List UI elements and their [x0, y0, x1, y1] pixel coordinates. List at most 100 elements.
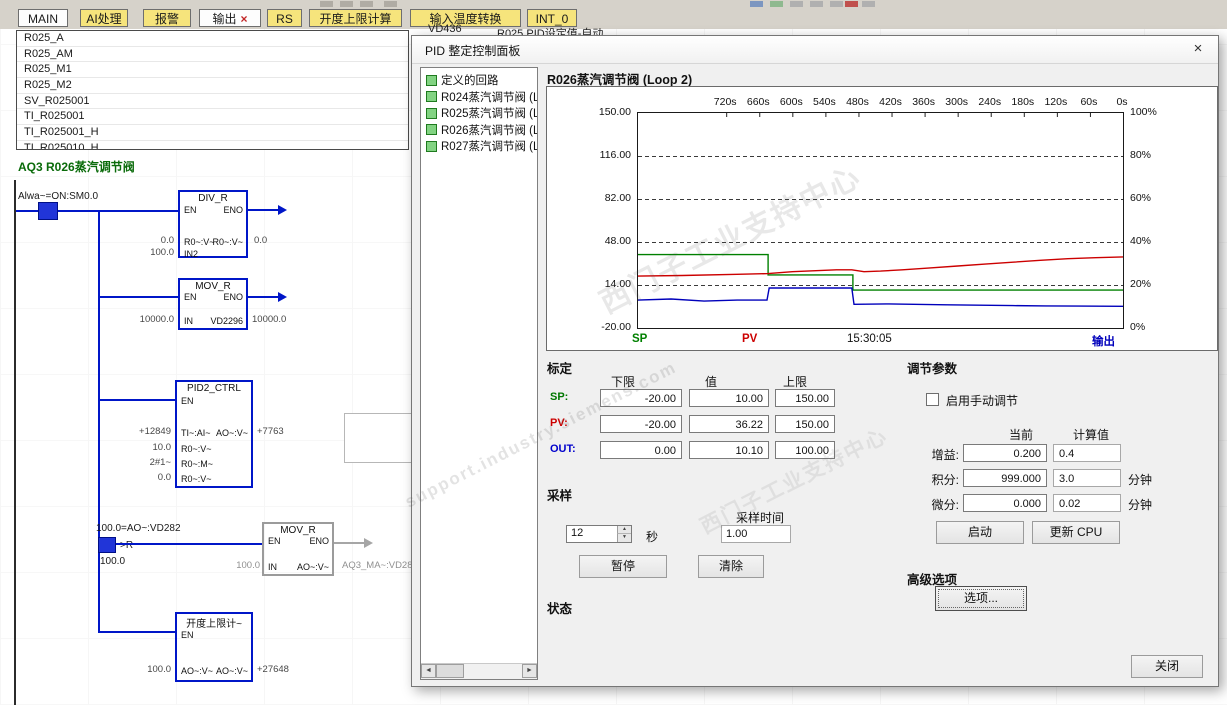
- start-button[interactable]: 启动: [936, 521, 1024, 544]
- pin-in: R0~:V~: [181, 444, 212, 454]
- close-button[interactable]: 关闭: [1131, 655, 1203, 678]
- toolbar-icon[interactable]: [360, 1, 373, 7]
- tab-2[interactable]: AI处理: [80, 9, 128, 27]
- tab-label: 报警: [154, 12, 179, 26]
- toolbar-icon[interactable]: [830, 1, 843, 7]
- toolbar-icon[interactable]: [384, 1, 397, 7]
- wire: [58, 210, 178, 212]
- cal-field[interactable]: 10.10: [689, 441, 769, 459]
- network-title: AQ3 R026蒸汽调节阀: [18, 160, 135, 174]
- tab-6[interactable]: 开度上限计算: [309, 9, 402, 27]
- scroll-left-icon[interactable]: ◄: [421, 664, 436, 678]
- legend-sp: SP: [632, 333, 648, 345]
- pin-in: R0~:M~: [181, 459, 214, 469]
- monitor-value: 0.0: [160, 235, 174, 246]
- manual-tune-checkbox[interactable]: [926, 393, 939, 406]
- symbol-list-item[interactable]: TI_R025001: [17, 109, 408, 126]
- tuning-calc-field[interactable]: 3.0: [1053, 469, 1121, 487]
- monitor-value: 100.0: [150, 247, 174, 258]
- wire: [334, 542, 364, 544]
- toolbar-icon[interactable]: [862, 1, 875, 7]
- toolbar-icon[interactable]: [790, 1, 803, 7]
- y-right-tick-label: 80%: [1130, 149, 1152, 161]
- div-r-block[interactable]: DIV_R EN ENO R0~:V~ R0~:V~ IN2: [178, 190, 248, 259]
- toolbar-icon[interactable]: [320, 1, 333, 7]
- tree-hscrollbar[interactable]: ◄ ►: [421, 663, 537, 679]
- pin-in: TI~:AI~: [181, 428, 211, 438]
- tab-close-icon[interactable]: ×: [241, 12, 248, 26]
- tree-item[interactable]: R026蒸汽调节阀 (L: [421, 122, 537, 139]
- cal-field[interactable]: 150.00: [775, 389, 835, 407]
- tab-4[interactable]: 输出 ×: [199, 9, 261, 27]
- tree-item[interactable]: R027蒸汽调节阀 (L: [421, 138, 537, 155]
- cal-field[interactable]: 36.22: [689, 415, 769, 433]
- sample-time-field[interactable]: 1.00: [721, 525, 791, 543]
- tuning-calc-field[interactable]: 0.4: [1053, 444, 1121, 462]
- toolbar-icon[interactable]: [810, 1, 823, 7]
- tree-root[interactable]: 定义的回路: [421, 72, 537, 89]
- toolbar-icon[interactable]: [750, 1, 763, 7]
- tab-3[interactable]: 报警: [143, 9, 191, 27]
- y-right-tick-label: 40%: [1130, 235, 1152, 247]
- stop-icon[interactable]: [845, 1, 858, 7]
- symbol-list-item[interactable]: R025_AM: [17, 47, 408, 63]
- tab-1[interactable]: MAIN: [18, 9, 68, 27]
- symbol-list-item[interactable]: SV_R025001: [17, 94, 408, 110]
- rate-spinbox[interactable]: 12 ▲ ▼: [566, 525, 632, 543]
- tree-item[interactable]: R024蒸汽调节阀 (L: [421, 89, 537, 106]
- monitor-value: +7763: [257, 426, 284, 437]
- cal-field[interactable]: -20.00: [600, 389, 682, 407]
- tuning-current-field[interactable]: 999.000: [963, 469, 1047, 487]
- symbol-list-item[interactable]: TI_R025001_H: [17, 125, 408, 141]
- loop-icon: [426, 124, 437, 136]
- dialog-close-icon[interactable]: ×: [1188, 39, 1208, 59]
- tuning-calc-field[interactable]: 0.02: [1053, 494, 1121, 512]
- selection-box[interactable]: [344, 413, 412, 463]
- contact-always-on[interactable]: [38, 202, 58, 220]
- tab-label: AI处理: [86, 12, 122, 26]
- spin-up-icon[interactable]: ▲: [617, 526, 631, 534]
- toolbar-icon[interactable]: [770, 1, 783, 7]
- loop-icon: [426, 91, 437, 103]
- cal-field[interactable]: 0.00: [600, 441, 682, 459]
- update-cpu-button[interactable]: 更新 CPU: [1032, 521, 1120, 544]
- tuning-current-field[interactable]: 0.000: [963, 494, 1047, 512]
- tuning-current-field[interactable]: 0.200: [963, 444, 1047, 462]
- mov-r-block[interactable]: MOV_R EN ENO IN VD2296: [178, 278, 248, 330]
- col-header-value: 值: [705, 375, 718, 389]
- limit-calc-block[interactable]: 开度上限计~ EN AO~:V~ AO~:V~: [175, 612, 253, 682]
- pin-out: AO~:V~: [296, 562, 329, 572]
- options-button[interactable]: 选项...: [935, 586, 1027, 611]
- pause-button[interactable]: 暂停: [579, 555, 667, 578]
- compare-contact[interactable]: [98, 537, 116, 553]
- pid2-ctrl-block[interactable]: PID2_CTRL EN TI~:AI~ AO~:V~ R0~:V~ R0~:M…: [175, 380, 253, 488]
- scroll-thumb[interactable]: [436, 664, 464, 678]
- symbol-list-item[interactable]: TI_R025010_H: [17, 141, 408, 149]
- toolbar-icon[interactable]: [340, 1, 353, 7]
- scroll-right-icon[interactable]: ►: [522, 664, 537, 678]
- tab-5[interactable]: RS: [267, 9, 302, 27]
- cal-field[interactable]: -20.00: [600, 415, 682, 433]
- monitor-value: +12849: [139, 426, 171, 437]
- tree-item-label: R024蒸汽调节阀 (L: [441, 91, 538, 104]
- spin-down-icon[interactable]: ▼: [617, 534, 631, 542]
- y-left-tick-label: -20.00: [601, 321, 631, 333]
- block-title: MOV_R: [280, 525, 316, 536]
- y-right-tick-label: 20%: [1130, 278, 1152, 290]
- legend-out: 输出: [1092, 336, 1115, 348]
- cal-field[interactable]: 100.00: [775, 441, 835, 459]
- cal-field[interactable]: 150.00: [775, 415, 835, 433]
- symbol-list-item[interactable]: R025_M1: [17, 62, 408, 79]
- clear-button[interactable]: 清除: [698, 555, 764, 578]
- pin-en: EN: [184, 292, 197, 302]
- tree-item-label: 定义的回路: [441, 75, 499, 88]
- symbol-list-item[interactable]: R025_A: [17, 31, 408, 47]
- tree-item[interactable]: R025蒸汽调节阀 (L: [421, 105, 537, 122]
- sample-time-label: 采样时间: [736, 511, 785, 525]
- compare-value: 100.0: [100, 556, 126, 567]
- mov-r-block-2[interactable]: MOV_R EN ENO IN AO~:V~: [262, 522, 334, 576]
- symbol-list-item[interactable]: R025_M2: [17, 78, 408, 94]
- cal-field[interactable]: 10.00: [689, 389, 769, 407]
- tuning-unit-label: 分钟: [1128, 473, 1153, 487]
- dialog-titlebar[interactable]: PID 整定控制面板 ×: [412, 36, 1218, 64]
